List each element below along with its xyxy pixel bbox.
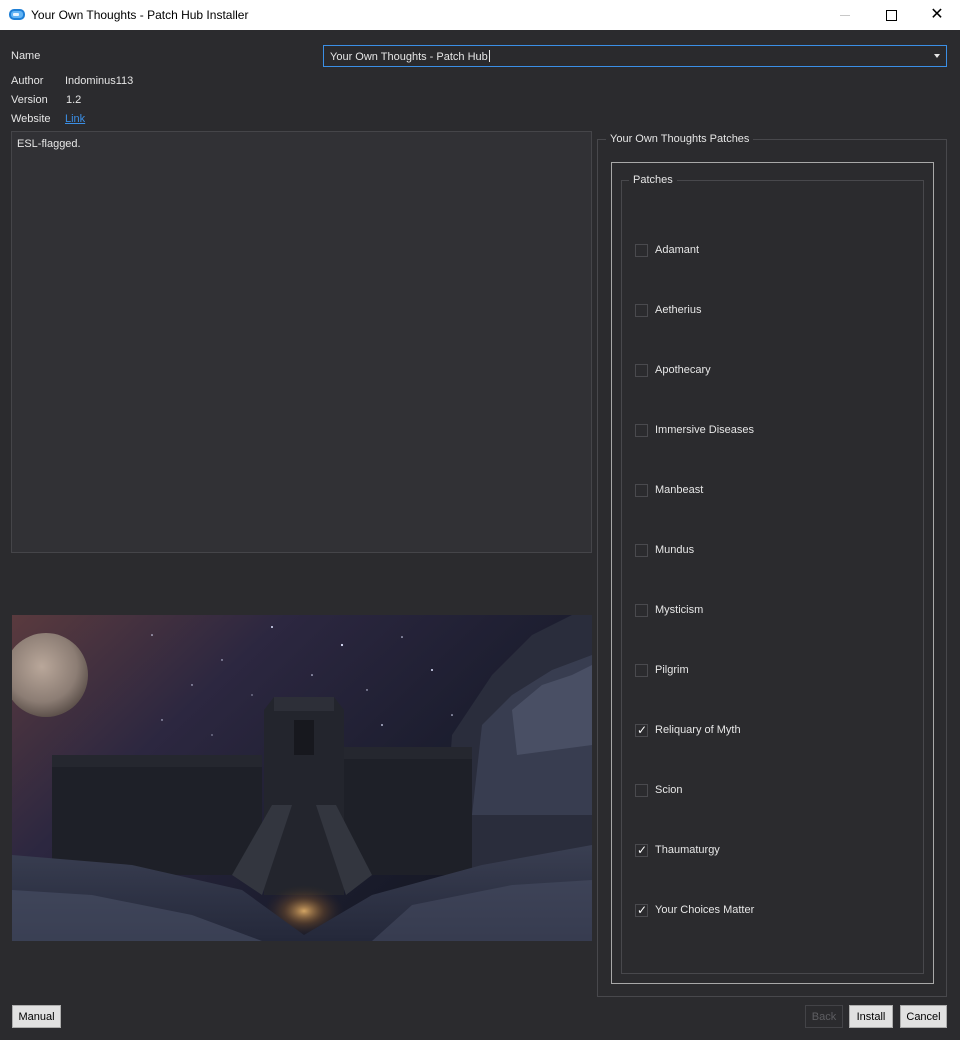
patch-label: Aetherius xyxy=(655,304,702,316)
name-combo[interactable]: Your Own Thoughts - Patch Hub xyxy=(323,45,947,67)
patch-label: Scion xyxy=(655,784,683,796)
author-value: Indominus113 xyxy=(65,75,134,87)
minimize-icon xyxy=(840,14,850,16)
patch-checkbox[interactable] xyxy=(635,603,648,617)
version-value: 1.2 xyxy=(66,94,82,106)
patch-label: Thaumaturgy xyxy=(655,844,720,856)
patch-checkbox[interactable]: ✓ xyxy=(635,842,648,857)
name-label: Name xyxy=(11,50,41,62)
patch-option[interactable]: Mysticism xyxy=(635,602,703,618)
patches-group-title: Patches xyxy=(629,174,677,186)
name-value: Your Own Thoughts - Patch Hub xyxy=(330,51,488,63)
patch-checkbox[interactable] xyxy=(635,543,648,557)
checkmark-icon: ✓ xyxy=(637,842,648,857)
castle-night-scene xyxy=(12,615,592,941)
patch-label: Manbeast xyxy=(655,484,704,496)
checkmark-icon: ✓ xyxy=(637,722,648,737)
cancel-button[interactable]: Cancel xyxy=(900,1005,947,1028)
maximize-icon xyxy=(885,9,897,21)
description-box[interactable]: ESL-flagged. xyxy=(11,131,592,553)
title-bar: Your Own Thoughts - Patch Hub Installer … xyxy=(0,0,960,30)
patches-outer-title: Your Own Thoughts Patches xyxy=(606,133,754,145)
patch-label: Reliquary of Myth xyxy=(655,724,741,736)
description-text: ESL-flagged. xyxy=(17,138,81,150)
patch-label: Apothecary xyxy=(655,364,711,376)
window-title: Your Own Thoughts - Patch Hub Installer xyxy=(31,8,249,22)
close-icon: ✕ xyxy=(930,6,944,23)
manual-button[interactable]: Manual xyxy=(12,1005,61,1028)
patch-option[interactable]: Immersive Diseases xyxy=(635,422,754,438)
patch-option[interactable]: ✓ Reliquary of Myth xyxy=(635,722,741,738)
maximize-button[interactable] xyxy=(868,0,914,30)
checkmark-icon: ✓ xyxy=(637,902,648,917)
patch-option[interactable]: ✓ Your Choices Matter xyxy=(635,902,754,918)
patch-label: Your Choices Matter xyxy=(655,904,755,916)
patch-checkbox[interactable] xyxy=(635,483,648,497)
patch-option[interactable]: Mundus xyxy=(635,542,694,558)
app-icon xyxy=(9,9,25,20)
website-label: Website xyxy=(11,113,51,125)
patch-checkbox[interactable] xyxy=(635,783,648,797)
preview-image xyxy=(12,615,592,941)
chevron-down-icon[interactable] xyxy=(934,54,940,58)
patch-option[interactable]: Scion xyxy=(635,782,683,798)
install-button[interactable]: Install xyxy=(849,1005,893,1028)
patch-checkbox[interactable]: ✓ xyxy=(635,722,648,737)
website-link[interactable]: Link xyxy=(65,113,85,125)
patch-label: Pilgrim xyxy=(655,664,689,676)
patch-label: Mundus xyxy=(655,544,695,556)
patch-label: Adamant xyxy=(655,244,700,256)
patch-option[interactable]: Manbeast xyxy=(635,482,703,498)
patch-option[interactable]: Aetherius xyxy=(635,302,701,318)
patch-checkbox[interactable] xyxy=(635,303,648,317)
patch-option[interactable]: Apothecary xyxy=(635,362,711,378)
patch-checkbox[interactable] xyxy=(635,663,648,677)
version-label: Version xyxy=(11,94,48,106)
patch-option[interactable]: ✓ Thaumaturgy xyxy=(635,842,720,858)
patch-label: Immersive Diseases xyxy=(655,424,755,436)
patch-option[interactable]: Adamant xyxy=(635,242,699,258)
text-caret xyxy=(488,50,490,62)
patch-checkbox[interactable] xyxy=(635,243,648,257)
patch-option[interactable]: Pilgrim xyxy=(635,662,689,678)
close-button[interactable]: ✕ xyxy=(914,0,960,30)
patch-checkbox[interactable] xyxy=(635,363,648,377)
author-label: Author xyxy=(11,75,44,87)
patch-checkbox[interactable] xyxy=(635,423,648,437)
back-button[interactable]: Back xyxy=(805,1005,843,1028)
patch-checkbox[interactable]: ✓ xyxy=(635,902,648,917)
minimize-button[interactable] xyxy=(822,0,868,30)
patch-label: Mysticism xyxy=(655,604,704,616)
